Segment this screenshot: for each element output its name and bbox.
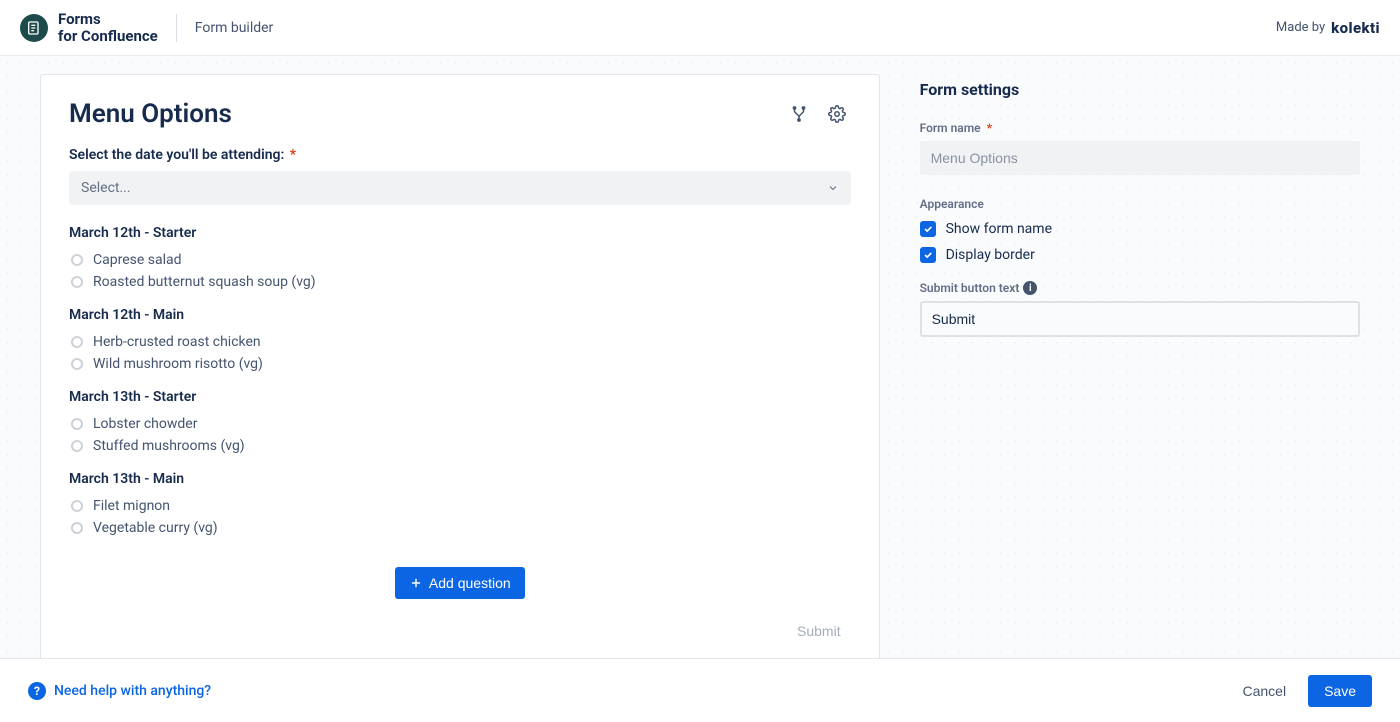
radio-label: Wild mushroom risotto (vg) bbox=[93, 356, 263, 372]
radio-icon bbox=[71, 440, 83, 452]
cancel-button[interactable]: Cancel bbox=[1230, 675, 1298, 707]
footer-bar: ? Need help with anything? Cancel Save bbox=[0, 658, 1400, 722]
radio-option[interactable]: Caprese salad bbox=[69, 249, 851, 271]
app-header: Forms for Confluence Form builder Made b… bbox=[0, 0, 1400, 56]
checkbox-checked-icon bbox=[920, 247, 936, 263]
date-select-placeholder: Select... bbox=[81, 180, 131, 196]
radio-label: Roasted butternut squash soup (vg) bbox=[93, 274, 316, 290]
form-title: Menu Options bbox=[69, 99, 232, 129]
form-card[interactable]: Menu Options bbox=[40, 74, 880, 658]
made-by-credit: Made by kolekti bbox=[1276, 19, 1380, 37]
radio-label: Filet mignon bbox=[93, 498, 170, 514]
add-question-label: Add question bbox=[429, 575, 511, 591]
save-button[interactable]: Save bbox=[1308, 675, 1372, 707]
radio-label: Caprese salad bbox=[93, 252, 182, 268]
radio-option[interactable]: Lobster chowder bbox=[69, 413, 851, 435]
show-form-name-checkbox[interactable]: Show form name bbox=[920, 221, 1360, 237]
radio-icon bbox=[71, 254, 83, 266]
display-border-label: Display border bbox=[946, 247, 1035, 263]
app-logo-text: Forms for Confluence bbox=[58, 11, 158, 44]
radio-icon bbox=[71, 418, 83, 430]
settings-title: Form settings bbox=[920, 80, 1360, 99]
radio-option[interactable]: Herb-crusted roast chicken bbox=[69, 331, 851, 353]
appearance-label: Appearance bbox=[920, 197, 1360, 211]
show-form-name-label: Show form name bbox=[946, 221, 1052, 237]
submit-preview-button: Submit bbox=[787, 617, 851, 645]
made-by-brand: kolekti bbox=[1331, 19, 1380, 37]
required-asterisk: * bbox=[290, 147, 296, 163]
radio-label: Vegetable curry (vg) bbox=[93, 520, 218, 536]
submit-text-label: Submit button text i bbox=[920, 281, 1360, 295]
made-by-prefix: Made by bbox=[1276, 20, 1325, 35]
branch-icon bbox=[790, 105, 808, 123]
submit-text-input[interactable] bbox=[920, 301, 1360, 337]
radio-label: Herb-crusted roast chicken bbox=[93, 334, 261, 350]
radio-icon bbox=[71, 336, 83, 348]
plus-icon bbox=[409, 576, 423, 590]
conditional-logic-button[interactable] bbox=[785, 100, 813, 128]
radio-label: Lobster chowder bbox=[93, 416, 197, 432]
breadcrumb: Form builder bbox=[195, 20, 274, 36]
radio-icon bbox=[71, 522, 83, 534]
checkbox-checked-icon bbox=[920, 221, 936, 237]
info-icon[interactable]: i bbox=[1023, 281, 1037, 295]
date-select[interactable]: Select... bbox=[69, 171, 851, 205]
radio-icon bbox=[71, 500, 83, 512]
gear-icon bbox=[828, 105, 846, 123]
help-icon: ? bbox=[28, 682, 46, 700]
radio-label: Stuffed mushrooms (vg) bbox=[93, 438, 245, 454]
radio-icon bbox=[71, 358, 83, 370]
display-border-checkbox[interactable]: Display border bbox=[920, 247, 1360, 263]
header-separator bbox=[176, 14, 177, 42]
form-name-label: Form name * bbox=[920, 121, 1360, 135]
help-link[interactable]: ? Need help with anything? bbox=[28, 682, 211, 700]
group-title-3: March 13th - Main bbox=[69, 471, 851, 487]
brand-line1: Forms bbox=[58, 11, 158, 28]
form-name-input[interactable] bbox=[920, 141, 1360, 175]
radio-option[interactable]: Filet mignon bbox=[69, 495, 851, 517]
settings-panel: Form settings Form name * Appearance Sho… bbox=[890, 56, 1390, 658]
chevron-down-icon bbox=[827, 182, 839, 194]
group-title-1: March 12th - Main bbox=[69, 307, 851, 323]
radio-option[interactable]: Stuffed mushrooms (vg) bbox=[69, 435, 851, 457]
radio-icon bbox=[71, 276, 83, 288]
required-asterisk: * bbox=[987, 121, 992, 135]
add-question-button[interactable]: Add question bbox=[395, 567, 525, 599]
radio-option[interactable]: Vegetable curry (vg) bbox=[69, 517, 851, 539]
app-logo-icon bbox=[20, 14, 48, 42]
brand-line2: for Confluence bbox=[58, 28, 158, 45]
radio-option[interactable]: Roasted butternut squash soup (vg) bbox=[69, 271, 851, 293]
form-canvas: Menu Options bbox=[0, 56, 890, 658]
form-settings-button[interactable] bbox=[823, 100, 851, 128]
question-date-label: Select the date you'll be attending: * bbox=[69, 147, 851, 163]
radio-option[interactable]: Wild mushroom risotto (vg) bbox=[69, 353, 851, 375]
group-title-0: March 12th - Starter bbox=[69, 225, 851, 241]
content-area: Menu Options bbox=[0, 56, 1400, 658]
group-title-2: March 13th - Starter bbox=[69, 389, 851, 405]
help-label: Need help with anything? bbox=[54, 683, 211, 699]
